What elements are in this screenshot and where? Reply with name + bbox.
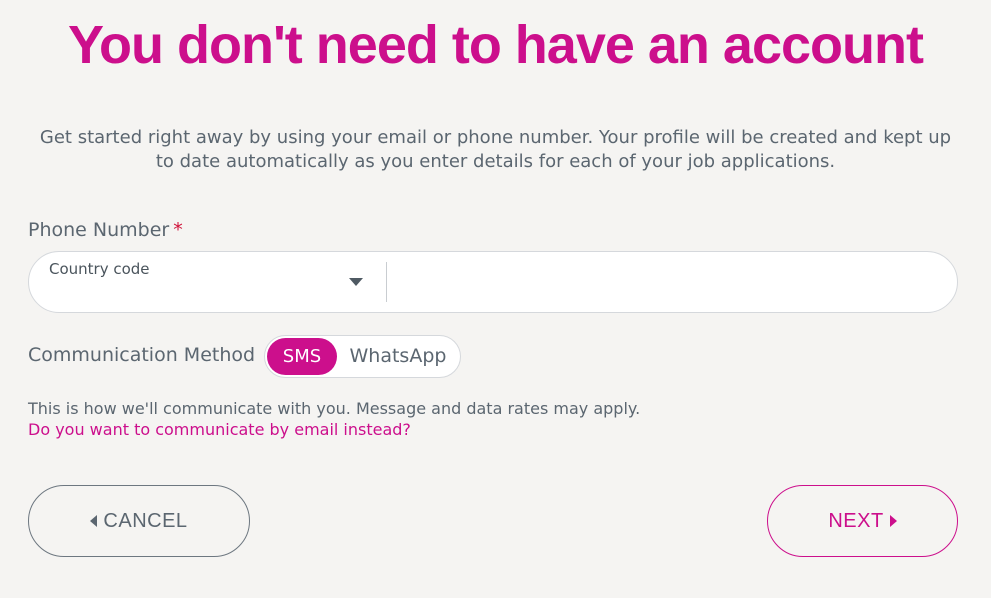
phone-number-label: Phone Number * [28, 219, 183, 241]
next-button-label: NEXT [828, 509, 884, 532]
caret-right-icon [889, 515, 897, 527]
chevron-down-icon[interactable] [349, 278, 363, 286]
field-divider [386, 262, 387, 302]
phone-number-label-text: Phone Number [28, 219, 170, 241]
phone-number-field: Country code [28, 251, 958, 313]
sms-option[interactable]: SMS [267, 338, 337, 375]
page-title: You don't need to have an account [68, 15, 924, 75]
caret-left-icon [90, 515, 98, 527]
page: You don't need to have an account Get st… [0, 0, 991, 598]
next-button[interactable]: NEXT [767, 485, 958, 557]
country-code-label: Country code [49, 260, 150, 278]
email-instead-link[interactable]: Do you want to communicate by email inst… [28, 420, 411, 439]
communication-method-toggle: SMS WhatsApp [264, 335, 461, 378]
communication-method-label: Communication Method [28, 344, 256, 366]
communication-note: This is how we'll communicate with you. … [28, 399, 641, 418]
cancel-button[interactable]: CANCEL [28, 485, 250, 557]
phone-number-input[interactable] [395, 262, 935, 302]
intro-text: Get started right away by using your ema… [39, 127, 952, 172]
cancel-button-label: CANCEL [103, 509, 188, 532]
required-marker: * [173, 219, 183, 241]
whatsapp-option[interactable]: WhatsApp [345, 338, 451, 375]
